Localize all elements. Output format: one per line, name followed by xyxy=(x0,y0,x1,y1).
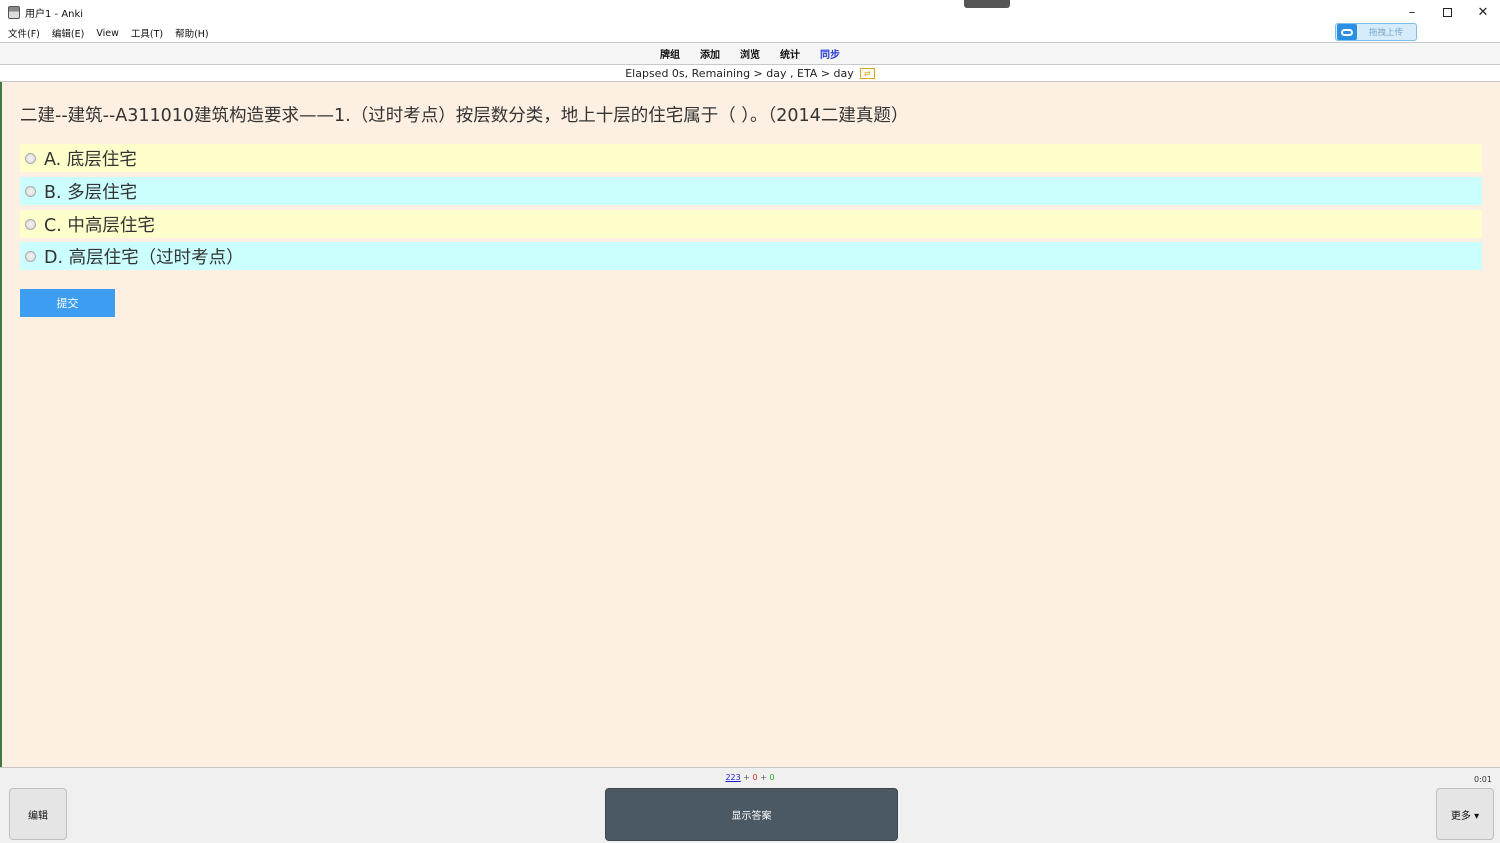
show-answer-button[interactable]: 显示答案 xyxy=(605,788,898,841)
option-label: D. 高层住宅（过时考点） xyxy=(44,247,244,268)
top-handle-decoration xyxy=(964,0,1010,8)
new-count[interactable]: 223 xyxy=(725,773,740,782)
toolbar-decks[interactable]: 牌组 xyxy=(660,46,680,61)
close-button[interactable]: ✕ xyxy=(1465,0,1500,24)
minimize-button[interactable]: – xyxy=(1394,0,1430,24)
learn-count: 0 xyxy=(752,773,758,782)
refresh-icon[interactable]: ⇄ xyxy=(859,67,875,79)
toolbar-stats[interactable]: 统计 xyxy=(780,46,800,61)
review-count: 0 xyxy=(769,773,775,782)
option-c[interactable]: C. 中高层住宅 xyxy=(20,210,1482,238)
upload-label: 拖拽上传 xyxy=(1369,28,1404,38)
main-toolbar: 牌组 添加 浏览 统计 同步 xyxy=(0,42,1500,65)
radio-icon[interactable] xyxy=(25,185,36,197)
submit-button[interactable]: 提交 xyxy=(20,289,115,317)
minimize-icon: – xyxy=(1408,4,1416,20)
title-bar: 用户1 - Anki xyxy=(0,0,1500,24)
menu-bar: 文件(F) 编辑(E) View 工具(T) 帮助(H) xyxy=(0,24,1500,42)
progress-text: Elapsed 0s, Remaining > day , ETA > day xyxy=(625,66,854,80)
option-label: C. 中高层住宅 xyxy=(44,215,155,236)
maximize-button[interactable] xyxy=(1429,0,1465,24)
anki-app-icon xyxy=(8,5,20,19)
option-b[interactable]: B. 多层住宅 xyxy=(20,177,1482,205)
menu-view[interactable]: View xyxy=(96,28,119,39)
card-timer: 0:01 xyxy=(1474,775,1492,784)
cloud-icon xyxy=(1337,24,1357,40)
count-separator: + xyxy=(743,773,750,782)
menu-file[interactable]: 文件(F) xyxy=(8,26,40,40)
radio-icon[interactable] xyxy=(25,152,36,164)
toolbar-sync[interactable]: 同步 xyxy=(820,46,840,61)
option-label: A. 底层住宅 xyxy=(44,149,137,170)
due-counts: 223 + 0 + 0 xyxy=(0,773,1500,782)
option-label: B. 多层住宅 xyxy=(44,182,138,203)
menu-edit[interactable]: 编辑(E) xyxy=(52,26,84,40)
toolbar-browse[interactable]: 浏览 xyxy=(740,46,760,61)
progress-bar: Elapsed 0s, Remaining > day , ETA > day … xyxy=(0,65,1500,82)
more-button[interactable]: 更多 ▾ xyxy=(1436,788,1494,840)
toolbar-add[interactable]: 添加 xyxy=(700,46,720,61)
maximize-icon xyxy=(1442,7,1452,17)
window-title: 用户1 - Anki xyxy=(25,8,84,20)
close-icon: ✕ xyxy=(1477,4,1489,20)
option-d[interactable]: D. 高层住宅（过时考点） xyxy=(20,242,1482,270)
radio-icon[interactable] xyxy=(25,218,36,230)
option-a[interactable]: A. 底层住宅 xyxy=(20,144,1482,172)
menu-tools[interactable]: 工具(T) xyxy=(131,26,163,40)
menu-help[interactable]: 帮助(H) xyxy=(175,26,209,40)
drag-upload-button[interactable]: 拖拽上传 xyxy=(1335,23,1417,41)
question-text: 二建--建筑--A311010建筑构造要求——1.（过时考点）按层数分类，地上十… xyxy=(20,106,909,126)
count-separator: + xyxy=(760,773,767,782)
edit-button[interactable]: 编辑 xyxy=(9,788,67,840)
radio-icon[interactable] xyxy=(25,250,36,262)
